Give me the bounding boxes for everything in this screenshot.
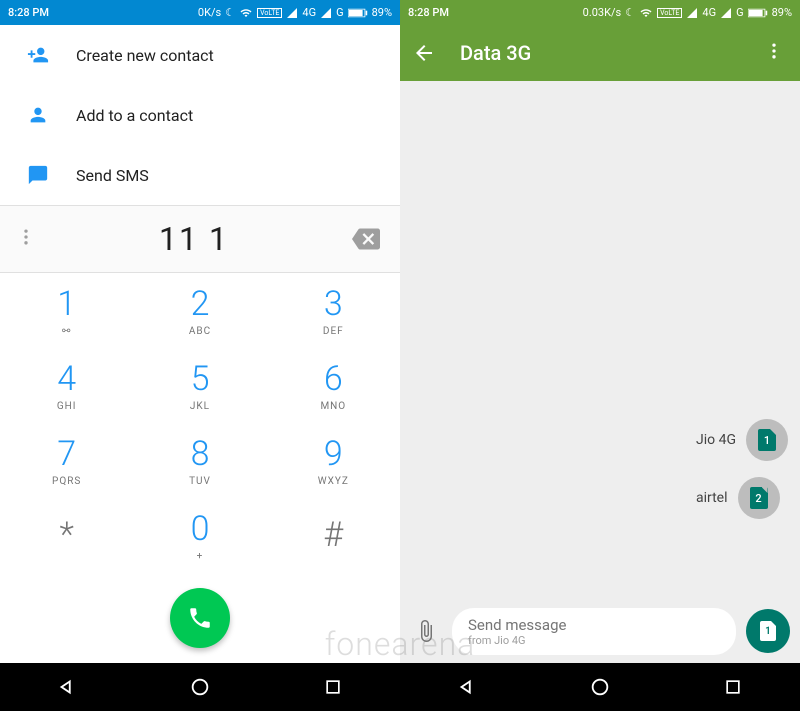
contact-actions: Create new contact Add to a contact Send… [0,25,400,205]
volte-icon: VoLTE [657,8,682,18]
key-4[interactable]: 4GHI [0,348,133,423]
add-to-contact-label: Add to a contact [76,106,193,125]
backspace-button[interactable] [348,225,384,253]
status-4g: 4G [302,6,316,19]
key-hash[interactable]: # [267,498,400,573]
entered-number: 11 1 [40,220,348,258]
status-time: 8:28 PM [8,6,49,19]
dialer-screen: 8:28 PM 0K/s ☾ VoLTE 4G G 89% [0,0,400,711]
nav-recent[interactable] [703,677,763,697]
conversation-title: Data 3G [460,41,764,65]
call-button[interactable] [170,588,230,648]
person-icon [20,104,56,126]
moon-icon: ☾ [225,6,235,19]
sim-1-icon: 1 [746,419,788,461]
wifi-icon [239,7,253,19]
status-speed: 0.03K/s [583,6,622,19]
status-bar: 8:28 PM 0K/s ☾ VoLTE 4G G 89% [0,0,400,25]
app-bar: Data 3G [400,25,800,81]
wifi-icon [639,7,653,19]
dialpad: 1⚯ 2ABC 3DEF 4GHI 5JKL 6MNO 7PQRS 8TUV 9… [0,273,400,573]
compose-input[interactable]: Send message from Jio 4G [452,608,736,655]
messages-screen: 8:28 PM 0.03K/s ☾ VoLTE 4G G 89% Data 3G [400,0,800,711]
sim-1-chip[interactable]: Jio 4G 1 [696,419,788,461]
key-1[interactable]: 1⚯ [0,273,133,348]
key-6[interactable]: 6MNO [267,348,400,423]
attach-button[interactable] [410,619,442,643]
key-star[interactable]: * [0,498,133,573]
send-button[interactable]: 1 [746,609,790,653]
create-contact-row[interactable]: Create new contact [0,25,400,85]
signal-2-icon [320,7,332,19]
sms-icon [20,164,56,186]
battery-icon [748,7,768,19]
key-7[interactable]: 7PQRS [0,423,133,498]
key-8[interactable]: 8TUV [133,423,266,498]
sim-1-label: Jio 4G [696,432,736,448]
signal-1-icon [286,7,298,19]
battery-icon [348,7,368,19]
nav-home[interactable] [170,676,230,698]
status-icons: 0K/s ☾ VoLTE 4G G 89% [198,6,392,19]
status-bar: 8:28 PM 0.03K/s ☾ VoLTE 4G G 89% [400,0,800,25]
sim-selector: Jio 4G 1 airtel 2 [696,419,788,519]
sim-2-label: airtel [696,490,728,506]
compose-row: Send message from Jio 4G 1 [400,599,800,663]
send-sim-icon: 1 [760,621,776,641]
add-to-contact-row[interactable]: Add to a contact [0,85,400,145]
back-button[interactable] [412,41,448,65]
key-3[interactable]: 3DEF [267,273,400,348]
signal-2-icon [720,7,732,19]
status-speed: 0K/s [198,6,221,19]
nav-back[interactable] [37,676,97,698]
status-battery-pct: 89% [772,6,792,19]
send-sms-label: Send SMS [76,166,149,185]
create-contact-label: Create new contact [76,46,214,65]
key-5[interactable]: 5JKL [133,348,266,423]
nav-back[interactable] [437,676,497,698]
status-battery-pct: 89% [372,6,392,19]
key-2[interactable]: 2ABC [133,273,266,348]
signal-1-icon [686,7,698,19]
volte-icon: VoLTE [257,8,282,18]
nav-bar [400,663,800,711]
nav-recent[interactable] [303,677,363,697]
key-9[interactable]: 9WXYZ [267,423,400,498]
moon-icon: ☾ [625,6,635,19]
sim-2-chip[interactable]: airtel 2 [696,477,788,519]
overflow-menu[interactable] [764,41,788,65]
sim-2-icon: 2 [738,477,780,519]
status-icons: 0.03K/s ☾ VoLTE 4G G 89% [583,6,792,19]
message-thread: Jio 4G 1 airtel 2 [400,81,800,599]
status-time: 8:28 PM [408,6,449,19]
key-0[interactable]: 0+ [133,498,266,573]
call-fab-row [0,573,400,663]
compose-placeholder: Send message [468,616,720,634]
status-g: G [736,6,744,19]
dial-display: 11 1 [0,205,400,273]
nav-home[interactable] [570,676,630,698]
status-g: G [336,6,344,19]
send-sms-row[interactable]: Send SMS [0,145,400,205]
person-add-icon [20,44,56,66]
overflow-icon[interactable] [16,227,40,251]
compose-sub: from Jio 4G [468,634,720,647]
status-4g: 4G [702,6,716,19]
nav-bar [0,663,400,711]
